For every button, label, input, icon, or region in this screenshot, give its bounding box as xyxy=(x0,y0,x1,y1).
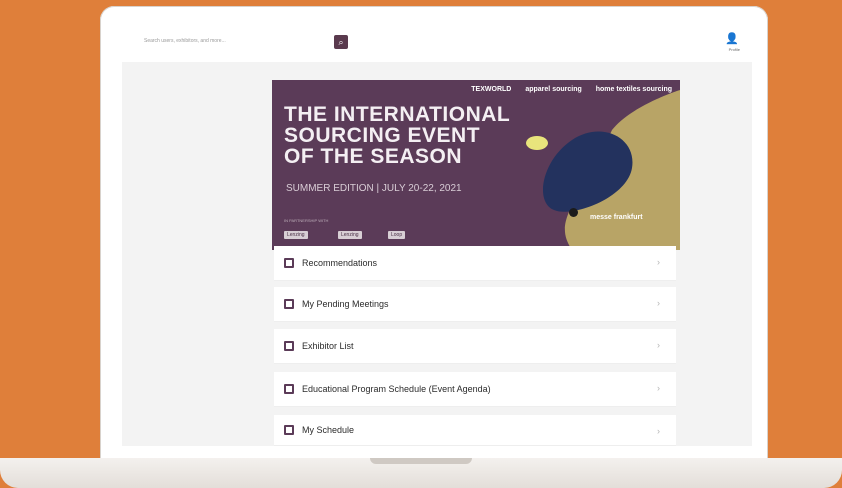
organizer-logo-icon xyxy=(569,208,578,217)
banner-shape-yellow xyxy=(526,136,548,150)
calendar-icon xyxy=(284,299,294,309)
search-icon: ⌕ xyxy=(338,36,344,47)
menu-item-my-schedule[interactable]: My Schedule › xyxy=(274,415,676,446)
menu-item-exhibitor-list[interactable]: Exhibitor List › xyxy=(274,329,676,364)
chevron-right-icon: › xyxy=(657,340,660,350)
banner-organizer: messe frankfurt xyxy=(590,214,643,221)
banner-title-line-2: SOURCING EVENT xyxy=(284,124,481,147)
menu-item-label: My Pending Meetings xyxy=(302,299,389,309)
banner-title: THE INTERNATIONAL SOURCING EVENT OF THE … xyxy=(284,104,510,167)
brand-home-textiles-sourcing: home textiles sourcing xyxy=(595,86,672,93)
banner-title-line-3: OF THE SEASON xyxy=(284,145,463,168)
calendar-icon xyxy=(284,384,294,394)
sponsor-3: Loop xyxy=(388,231,406,239)
top-bar: Search users, exhibitors, and more... ⌕ … xyxy=(122,30,752,63)
calendar-icon xyxy=(284,258,294,268)
sponsor-2: Lenzing xyxy=(338,231,362,239)
banner-title-line-1: THE INTERNATIONAL xyxy=(284,103,511,126)
laptop-base-notch xyxy=(370,458,472,464)
calendar-icon xyxy=(284,425,294,435)
banner-brands: TEXWORLD apparel sourcing home textiles … xyxy=(471,86,672,93)
sponsor-1: Lenzing xyxy=(284,231,308,239)
banner-subtitle: SUMMER EDITION | JULY 20-22, 2021 xyxy=(286,183,462,194)
menu-item-recommendations[interactable]: Recommendations › xyxy=(274,246,676,281)
menu-item-label: Educational Program Schedule (Event Agen… xyxy=(302,384,491,394)
account-label[interactable]: Profile xyxy=(729,47,740,52)
menu-item-label: My Schedule xyxy=(302,425,355,435)
banner-sponsors-label: IN PARTNERSHIP WITH xyxy=(284,218,329,223)
search-input[interactable]: Search users, exhibitors, and more... xyxy=(144,38,226,44)
chevron-right-icon: › xyxy=(657,257,660,267)
menu-item-educational-program-schedule[interactable]: Educational Program Schedule (Event Agen… xyxy=(274,372,676,407)
brand-apparel-sourcing: apparel sourcing xyxy=(525,86,582,93)
chevron-right-icon: › xyxy=(657,298,660,308)
event-banner: TEXWORLD apparel sourcing home textiles … xyxy=(272,80,680,250)
brand-texworld: TEXWORLD xyxy=(471,86,512,93)
calendar-icon xyxy=(284,341,294,351)
search-button[interactable]: ⌕ xyxy=(334,35,348,49)
menu-item-label: Exhibitor List xyxy=(302,341,354,351)
chevron-right-icon: › xyxy=(657,383,660,393)
user-icon[interactable]: 👤 xyxy=(724,32,740,48)
chevron-right-icon: › xyxy=(657,426,660,436)
menu-item-my-pending-meetings[interactable]: My Pending Meetings › xyxy=(274,287,676,322)
menu-item-label: Recommendations xyxy=(302,258,378,268)
